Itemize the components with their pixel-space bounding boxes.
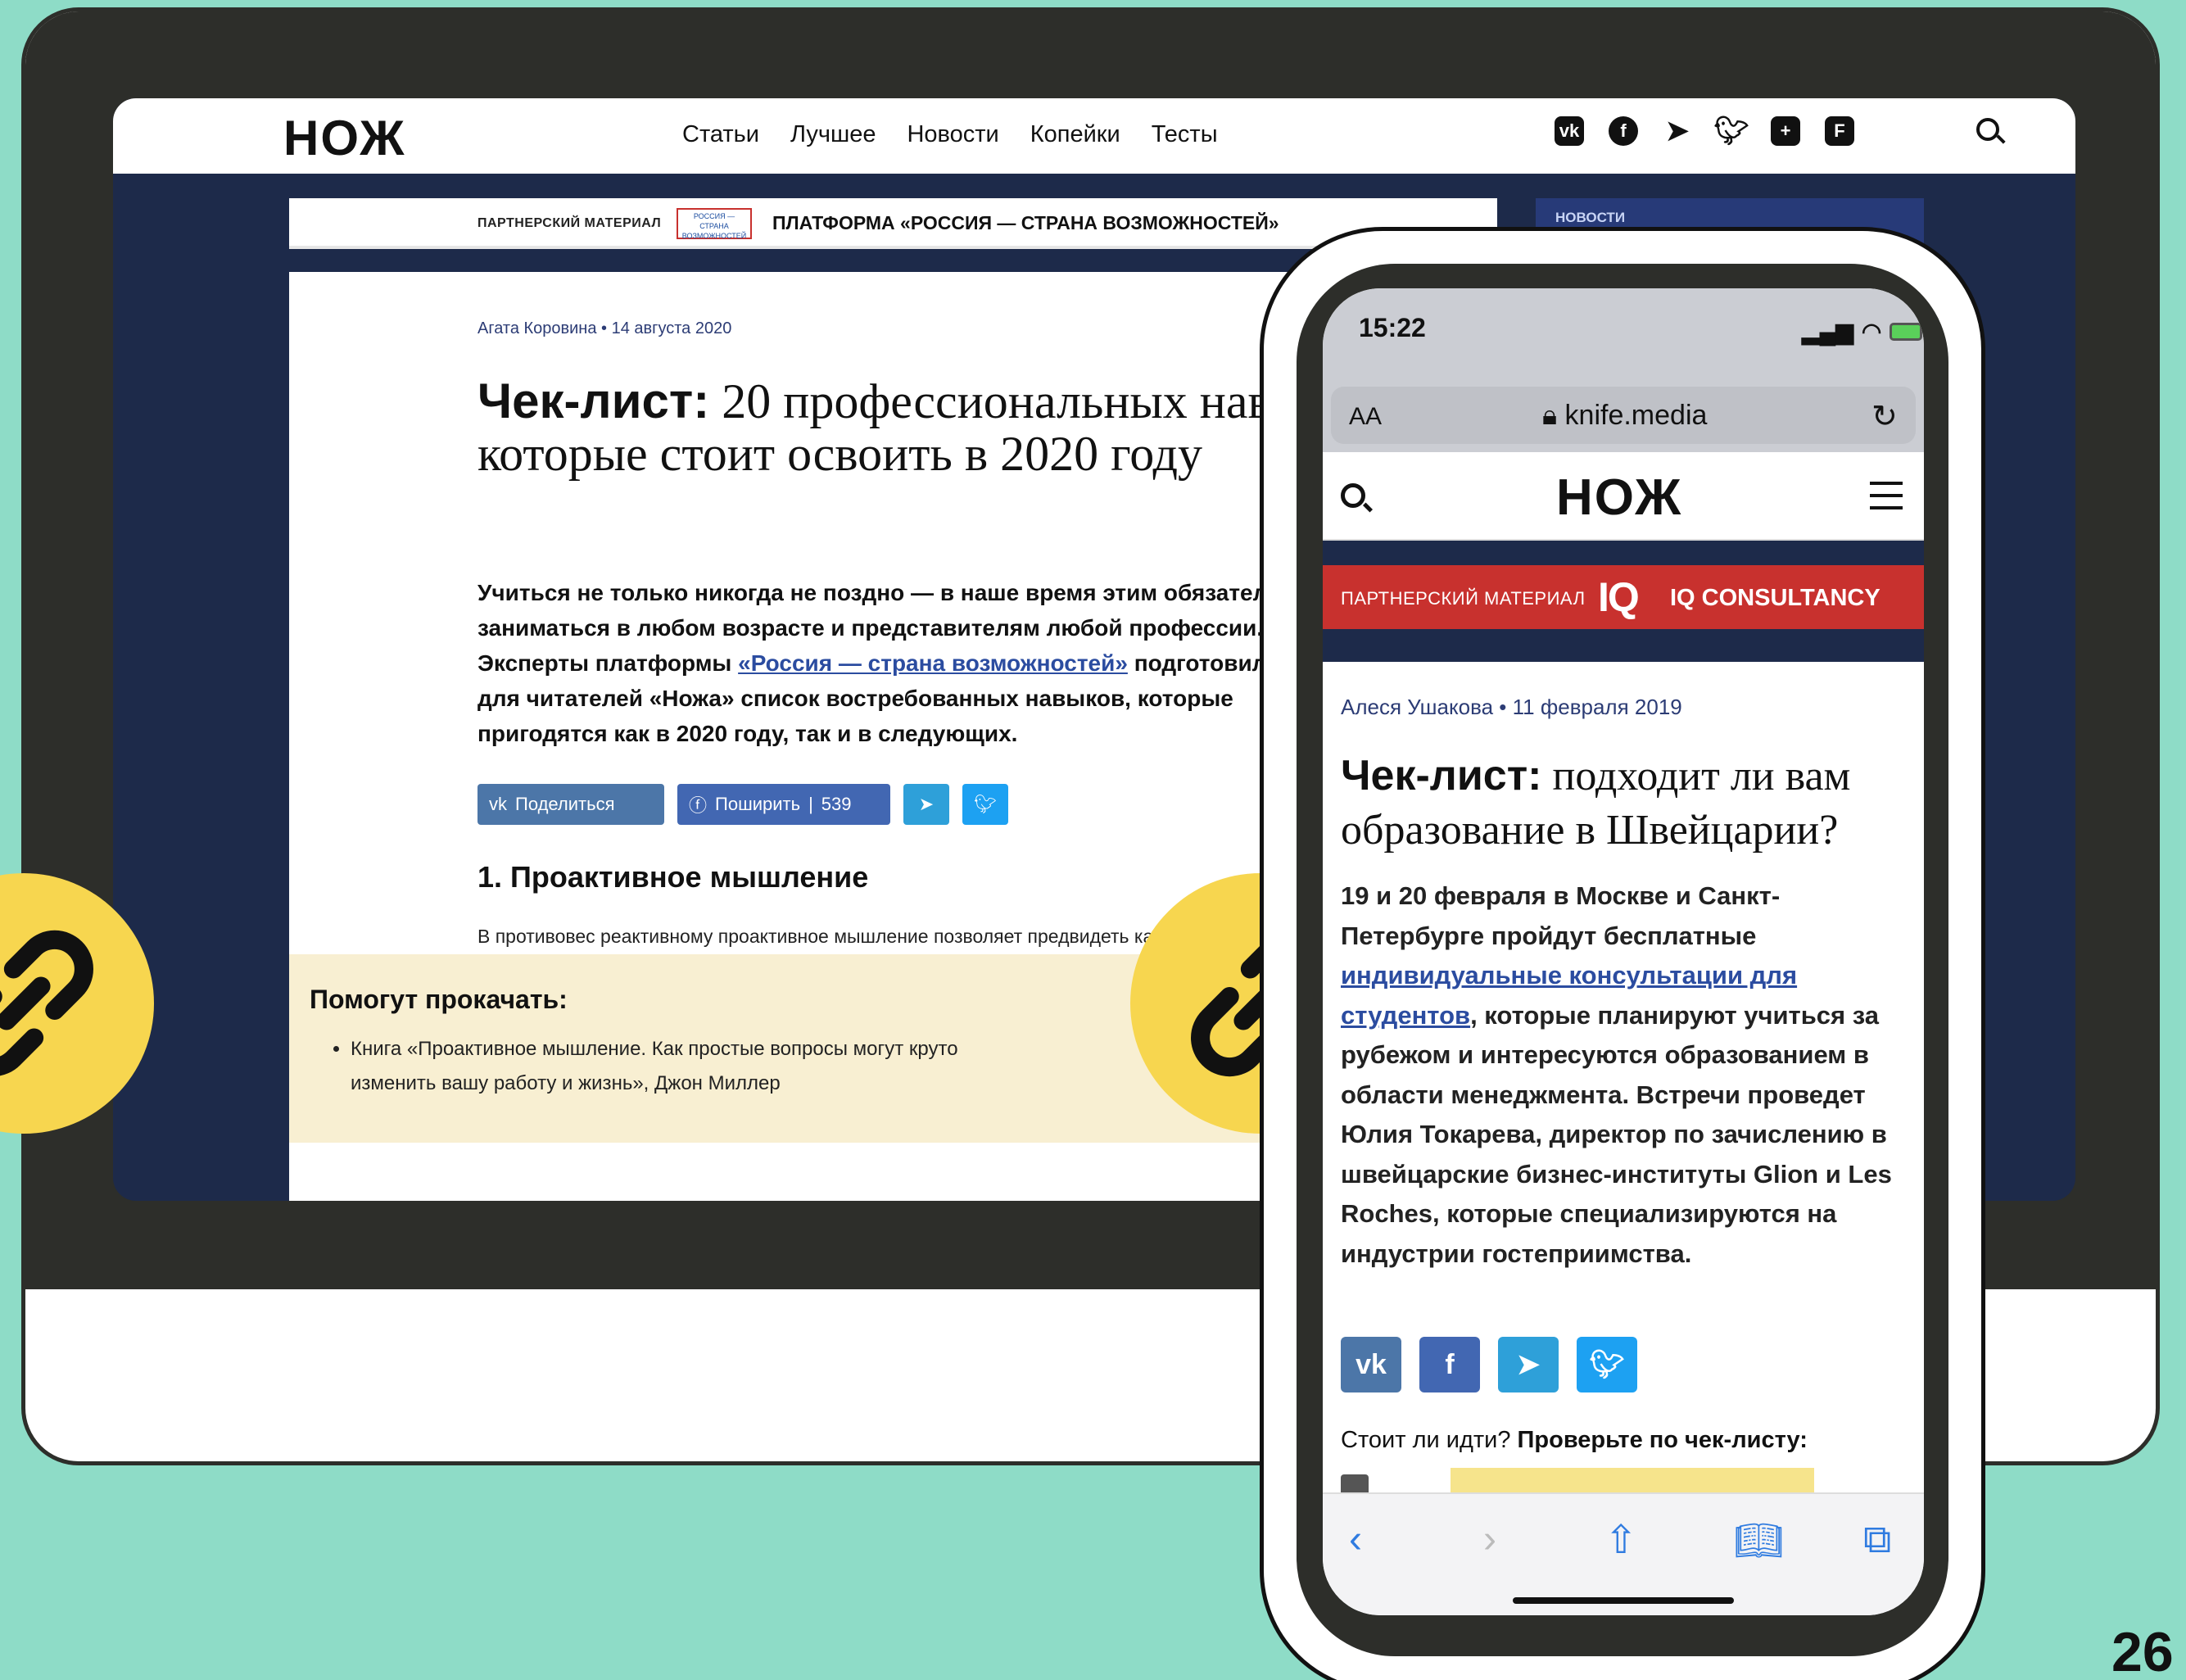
back-icon[interactable]: ‹ — [1349, 1517, 1362, 1562]
link-icon — [0, 930, 93, 1076]
share-vk-label: Поделиться — [515, 794, 615, 814]
share-twitter-button[interactable]: 🐦︎ — [962, 784, 1008, 825]
title-bold: Чек-лист: — [1341, 752, 1542, 799]
main-nav: Статьи Лучшее Новости Копейки Тесты — [682, 121, 1218, 148]
share-telegram-button[interactable]: ➤ — [903, 784, 949, 825]
share-fb-count: 539 — [821, 794, 852, 814]
status-time: 15:22 — [1359, 313, 1426, 342]
article-meta: Алеся Ушакова • 11 февраля 2019 — [1341, 695, 1682, 719]
nav-item-kopeiki[interactable]: Копейки — [1030, 121, 1120, 148]
nav-item-best[interactable]: Лучшее — [790, 121, 876, 148]
site-logo[interactable]: НОЖ — [283, 110, 405, 166]
nav-item-articles[interactable]: Статьи — [682, 121, 759, 148]
reload-icon[interactable]: ↻ — [1871, 398, 1898, 435]
highlight-text — [1451, 1468, 1814, 1492]
facebook-icon: f — [1445, 1348, 1455, 1380]
navy-strip — [1323, 541, 1924, 565]
share-fb-label: Поширить — [715, 794, 801, 814]
twitter-icon: 🐦︎ — [1589, 1349, 1625, 1380]
partner-title: IQ CONSULTANCY — [1670, 585, 1881, 611]
lead-link[interactable]: «Россия — страна возможностей» — [738, 650, 1128, 676]
author[interactable]: Агата Коровина — [477, 319, 596, 337]
vk-icon: vk — [489, 794, 507, 814]
share-telegram-button[interactable]: ➤ — [1498, 1337, 1559, 1392]
share-icon[interactable]: ⇧ — [1604, 1517, 1637, 1563]
bookmarks-icon[interactable]: 📖︎ — [1734, 1517, 1784, 1564]
nav-item-news[interactable]: Новости — [907, 121, 998, 148]
text-size-button[interactable]: AA — [1349, 403, 1382, 431]
page-number: 26 — [2111, 1621, 2174, 1680]
partner-banner[interactable]: ПАРТНЕРСКИЙ МАТЕРИАЛ IQ IQ CONSULTANCY — [1323, 565, 1924, 629]
facebook-icon: ⓕ — [689, 795, 708, 816]
section-heading: 1. Проактивное мышление — [477, 860, 869, 894]
body-part-1: 19 и 20 февраля в Москве и Санкт-Петербу… — [1341, 881, 1781, 950]
share-facebook-button[interactable]: ⓕ Поширить | 539 — [677, 784, 890, 825]
search-icon[interactable] — [1341, 483, 1365, 508]
url-value: knife.media — [1564, 400, 1708, 431]
article-meta: Агата Коровина • 14 августа 2020 — [477, 319, 732, 337]
facebook-icon[interactable]: f — [1609, 116, 1638, 146]
twitter-icon: 🐦︎ — [974, 794, 997, 814]
phone-screen: 15:22 ▂▄▆ ◠ AA 🔒︎ knife.media ↻ НОЖ ПАРТ… — [1323, 288, 1924, 1615]
partner-label: ПАРТНЕРСКИЙ МАТЕРИАЛ — [477, 216, 662, 230]
partner-title: ПЛАТФОРМА «РОССИЯ — СТРАНА ВОЗМОЖНОСТЕЙ» — [772, 212, 1279, 233]
status-bar: 15:22 ▂▄▆ ◠ — [1323, 288, 1924, 378]
forward-icon[interactable]: › — [1483, 1517, 1496, 1562]
site-logo[interactable]: НОЖ — [1556, 469, 1682, 527]
vk-icon: vk — [1356, 1348, 1387, 1380]
battery-icon — [1890, 322, 1923, 341]
share-facebook-button[interactable]: f — [1419, 1337, 1480, 1392]
signal-icon: ▂▄▆ — [1802, 319, 1853, 344]
date: 11 февраля 2019 — [1512, 695, 1682, 719]
checklist-question: Стоит ли идти? — [1341, 1427, 1511, 1453]
phone-frame: 15:22 ▂▄▆ ◠ AA 🔒︎ knife.media ↻ НОЖ ПАРТ… — [1260, 227, 1985, 1680]
partner-banner[interactable]: ПАРТНЕРСКИЙ МАТЕРИАЛ РОССИЯ — СТРАНА ВОЗ… — [289, 198, 1497, 249]
social-links: vk f ➤ 🐦︎ + F — [1555, 115, 1854, 147]
share-twitter-button[interactable]: 🐦︎ — [1577, 1337, 1637, 1392]
telegram-icon: ➤ — [1516, 1349, 1541, 1380]
telegram-icon[interactable]: ➤ — [1663, 115, 1692, 147]
twitter-icon[interactable]: 🐦︎ — [1713, 115, 1749, 147]
url-text[interactable]: 🔒︎ knife.media — [1542, 400, 1707, 432]
partner-logo: РОССИЯ — СТРАНА ВОЗМОЖНОСТЕЙ — [677, 208, 752, 240]
site-header: НОЖ Статьи Лучшее Новости Копейки Тесты … — [113, 98, 2075, 174]
mobile-site-header: НОЖ — [1323, 452, 1924, 541]
partner-label: ПАРТНЕРСКИЙ МАТЕРИАЛ — [1341, 588, 1586, 609]
article-title: Чек-лист: подходит ли вам образование в … — [1341, 749, 1914, 858]
telegram-icon: ➤ — [918, 794, 935, 814]
tips-box-title: Помогут прокачать: — [310, 985, 568, 1014]
share-fb-divider: | — [808, 794, 813, 814]
hamburger-menu-icon[interactable] — [1870, 482, 1903, 509]
iq-logo: IQ — [1598, 574, 1640, 620]
share-vk-button[interactable]: vk — [1341, 1337, 1401, 1392]
vk-icon[interactable]: vk — [1555, 116, 1584, 146]
plus-icon[interactable]: + — [1771, 116, 1800, 146]
nav-item-tests[interactable]: Тесты — [1152, 121, 1218, 148]
checklist-intro: Стоит ли идти? Проверьте по чек-листу: — [1341, 1427, 1808, 1454]
title-bold: Чек-лист: — [477, 374, 710, 428]
share-buttons: vk Поделиться ⓕ Поширить | 539 ➤ 🐦︎ — [477, 784, 1008, 825]
address-bar[interactable]: AA 🔒︎ knife.media ↻ — [1331, 387, 1916, 444]
author[interactable]: Алеся Ушакова — [1341, 695, 1493, 719]
list-item: Книга «Проактивное мышление. Как простые… — [351, 1032, 973, 1101]
body-part-2: , которые планируют учиться за рубежом и… — [1341, 1000, 1892, 1268]
wifi-icon: ◠ — [1861, 319, 1882, 344]
tabs-icon[interactable]: ⧉ — [1863, 1517, 1891, 1563]
share-vk-button[interactable]: vk Поделиться — [477, 784, 664, 825]
checklist-bold: Проверьте по чек-листу: — [1517, 1427, 1808, 1453]
article-lead: Учиться не только никогда не поздно — в … — [477, 575, 1321, 751]
status-icons: ▂▄▆ ◠ — [1802, 318, 1923, 345]
date: 14 августа 2020 — [611, 319, 732, 337]
navy-strip-2 — [1323, 629, 1924, 662]
lock-icon: 🔒︎ — [1542, 400, 1558, 431]
article-body: 19 и 20 февраля в Москве и Санкт-Петербу… — [1341, 876, 1914, 1274]
share-buttons: vk f ➤ 🐦︎ — [1341, 1337, 1637, 1392]
search-icon[interactable] — [1976, 118, 1999, 141]
tips-list: Книга «Проактивное мышление. Как простые… — [351, 1032, 973, 1101]
home-indicator[interactable] — [1513, 1597, 1734, 1604]
flipboard-icon[interactable]: F — [1825, 116, 1854, 146]
